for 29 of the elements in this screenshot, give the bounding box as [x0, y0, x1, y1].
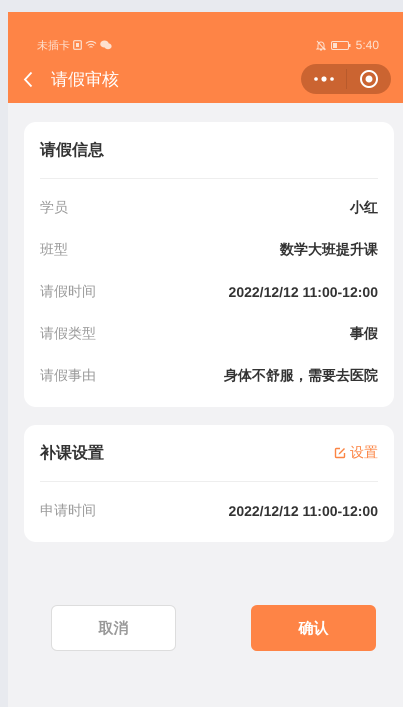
confirm-button[interactable]: 确认 [251, 605, 376, 651]
field-label: 请假时间 [40, 283, 96, 301]
field-value: 事假 [350, 325, 378, 343]
field-label: 申请时间 [40, 502, 96, 520]
wifi-icon [85, 40, 97, 50]
sim-icon [73, 40, 82, 50]
card-title: 补课设置 [40, 442, 104, 464]
settings-link[interactable]: 设置 [334, 444, 378, 462]
cancel-button[interactable]: 取消 [51, 605, 176, 651]
field-value: 2022/12/12 11:00-12:00 [228, 503, 378, 519]
field-label: 学员 [40, 199, 68, 217]
clock-text: 5:40 [356, 38, 379, 52]
battery-icon [330, 40, 351, 50]
carrier-text: 未插卡 [37, 38, 70, 52]
field-value: 身体不舒服，需要去医院 [224, 367, 378, 385]
card-title: 请假信息 [40, 140, 104, 160]
field-label: 请假事由 [40, 367, 96, 385]
field-label: 班型 [40, 241, 68, 259]
field-value: 小红 [350, 199, 378, 217]
edit-icon [334, 447, 346, 459]
field-label: 请假类型 [40, 325, 96, 343]
close-icon[interactable] [359, 69, 380, 89]
more-icon[interactable] [312, 76, 335, 82]
page-title: 请假审核 [51, 68, 120, 90]
field-value: 2022/12/12 11:00-12:00 [228, 284, 378, 300]
field-value: 数学大班提升课 [280, 241, 378, 259]
mute-icon [316, 40, 326, 50]
chat-icon [100, 40, 112, 50]
back-icon[interactable] [23, 70, 33, 88]
